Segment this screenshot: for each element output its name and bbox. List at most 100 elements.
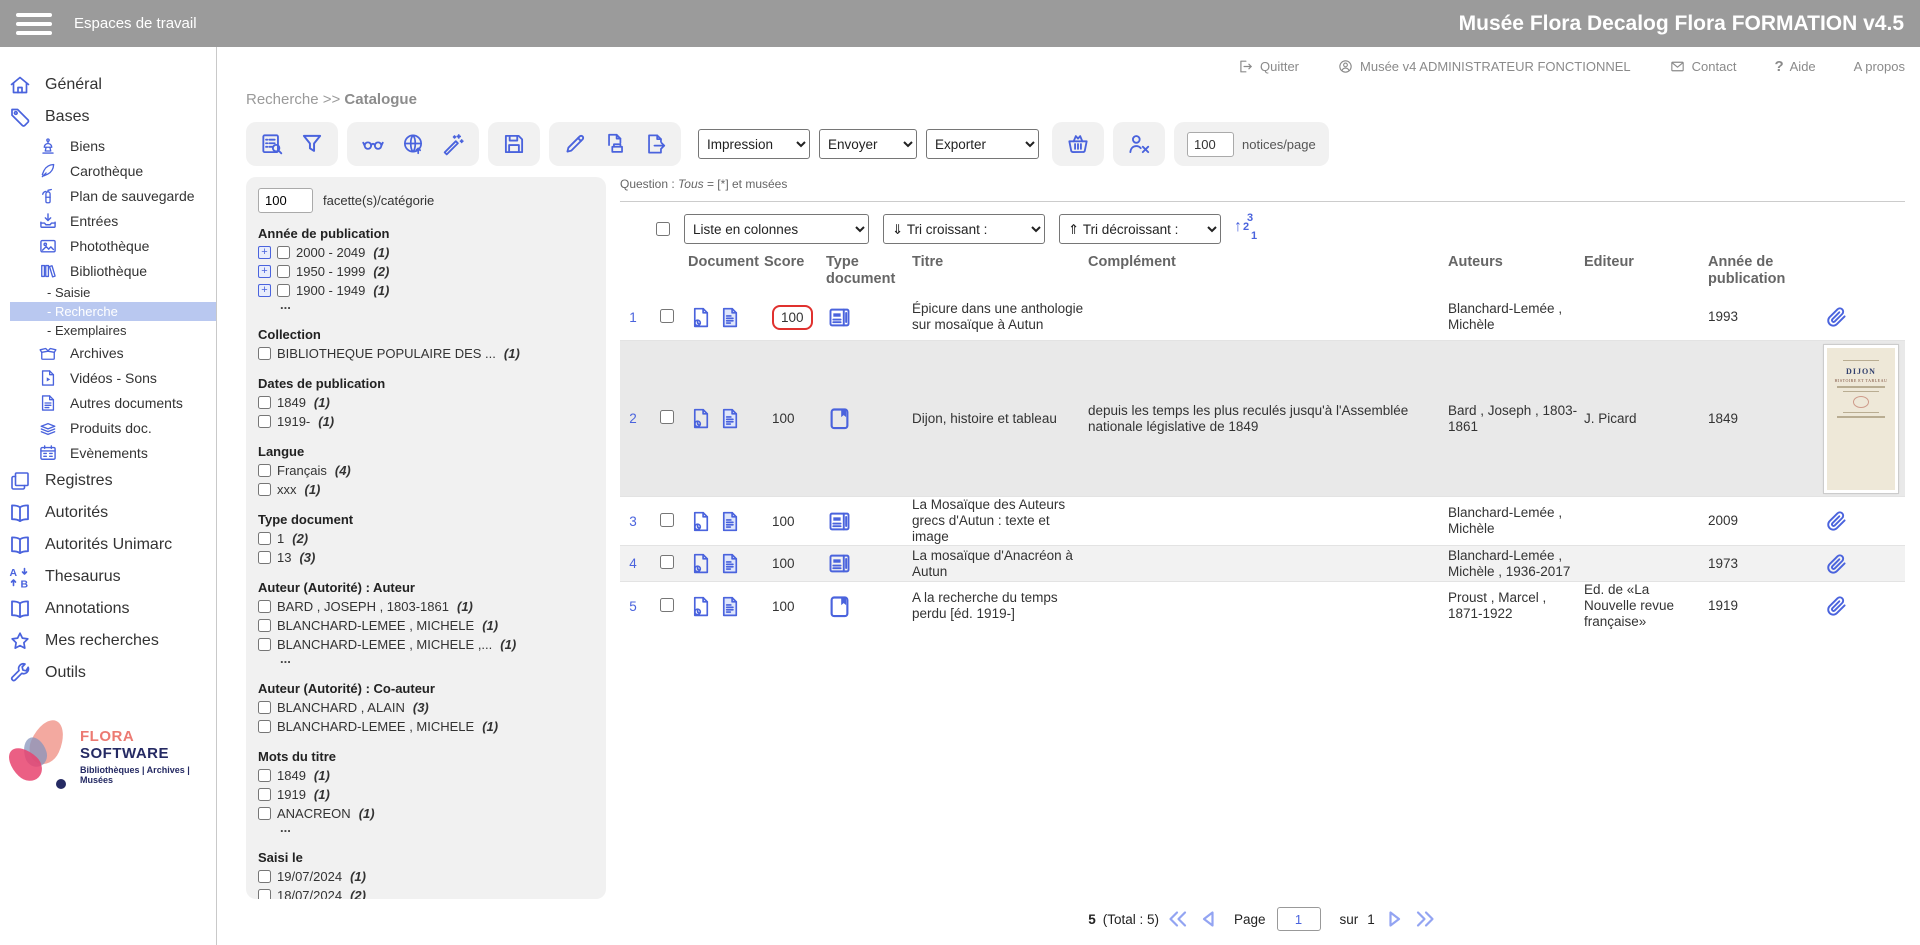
facet-checkbox[interactable] xyxy=(258,769,271,782)
sidebar-item-entrees[interactable]: Entrées xyxy=(0,208,216,233)
facet-checkbox[interactable] xyxy=(258,701,271,714)
result-number-link[interactable]: 1 xyxy=(629,310,637,325)
result-number-link[interactable]: 2 xyxy=(629,411,637,426)
impression-select[interactable]: Impression xyxy=(698,129,810,159)
facet-checkbox[interactable] xyxy=(258,720,271,733)
facet-more[interactable]: ... xyxy=(258,654,594,668)
magic-wand-icon[interactable] xyxy=(440,131,466,157)
basket-icon[interactable] xyxy=(1065,131,1091,157)
facet-checkbox[interactable] xyxy=(258,619,271,632)
sidebar-item-biens[interactable]: Biens xyxy=(0,133,216,158)
list-search-icon[interactable] xyxy=(259,131,285,157)
facet-checkbox[interactable] xyxy=(258,807,271,820)
facet-checkbox[interactable] xyxy=(258,396,271,409)
file-view-icon[interactable] xyxy=(717,406,742,431)
file-add-icon[interactable] xyxy=(688,305,713,330)
file-add-icon[interactable] xyxy=(688,594,713,619)
facet-checkbox[interactable] xyxy=(258,788,271,801)
paperclip-icon[interactable] xyxy=(1824,552,1848,576)
facet-checkbox[interactable] xyxy=(258,464,271,477)
sidebar-item-registres[interactable]: Registres xyxy=(0,465,216,497)
facet-checkbox[interactable] xyxy=(277,265,290,278)
sidebar-item-exemplaires[interactable]: - Exemplaires xyxy=(0,321,216,340)
file-view-icon[interactable] xyxy=(717,594,742,619)
sidebar-item-phototheque[interactable]: Photothèque xyxy=(0,233,216,258)
row-select-checkbox[interactable] xyxy=(660,555,674,569)
sidebar-item-evenements[interactable]: Evènements xyxy=(0,440,216,465)
next-page-icon[interactable] xyxy=(1382,907,1406,931)
sidebar-item-autorites-unimarc[interactable]: Autorités Unimarc xyxy=(0,529,216,561)
row-select-checkbox[interactable] xyxy=(660,513,674,527)
utility-aide[interactable]: ?Aide xyxy=(1774,58,1815,75)
sidebar-item-saisie[interactable]: - Saisie xyxy=(0,283,216,302)
utility-a-propos[interactable]: A propos xyxy=(1854,59,1905,74)
breadcrumb-section[interactable]: Recherche xyxy=(246,91,319,108)
edit-icon[interactable] xyxy=(562,131,588,157)
sidebar-item-videos-sons[interactable]: Vidéos - Sons xyxy=(0,365,216,390)
exporter-select[interactable]: Exporter xyxy=(926,129,1039,159)
sidebar-item-autres-documents[interactable]: Autres documents xyxy=(0,390,216,415)
result-number-link[interactable]: 3 xyxy=(629,514,637,529)
sidebar-item-outils[interactable]: Outils xyxy=(0,657,216,689)
paperclip-icon[interactable] xyxy=(1824,509,1848,533)
sort-ascending-select[interactable]: ⇓ Tri croissant : xyxy=(883,214,1045,244)
save-icon[interactable] xyxy=(501,131,527,157)
person-remove-icon[interactable] xyxy=(1126,131,1152,157)
expand-plus-icon[interactable]: + xyxy=(258,284,271,297)
facets-per-category-input[interactable] xyxy=(258,188,313,213)
facet-checkbox[interactable] xyxy=(258,889,271,899)
file-view-icon[interactable] xyxy=(717,509,742,534)
utility-quitter[interactable]: Quitter xyxy=(1237,58,1299,75)
result-number-link[interactable]: 4 xyxy=(629,556,637,571)
row-select-checkbox[interactable] xyxy=(660,598,674,612)
file-add-icon[interactable] xyxy=(688,406,713,431)
sidebar-item-thesaurus[interactable]: Thesaurus xyxy=(0,561,216,593)
facet-checkbox[interactable] xyxy=(258,551,271,564)
sidebar-item-plan-de-sauvegarde[interactable]: Plan de sauvegarde xyxy=(0,183,216,208)
expand-plus-icon[interactable]: + xyxy=(258,246,271,259)
sidebar-item-annotations[interactable]: Annotations xyxy=(0,593,216,625)
file-view-icon[interactable] xyxy=(717,551,742,576)
facet-checkbox[interactable] xyxy=(277,284,290,297)
facet-checkbox[interactable] xyxy=(258,870,271,883)
utility-contact[interactable]: Contact xyxy=(1669,58,1737,75)
notices-per-page-input[interactable] xyxy=(1187,132,1234,157)
expand-plus-icon[interactable]: + xyxy=(258,265,271,278)
row-select-checkbox[interactable] xyxy=(660,309,674,323)
file-view-icon[interactable] xyxy=(717,305,742,330)
sidebar-item-general[interactable]: Général xyxy=(0,69,216,101)
first-page-icon[interactable] xyxy=(1166,907,1190,931)
file-add-icon[interactable] xyxy=(688,509,713,534)
sidebar-item-produits-doc[interactable]: Produits doc. xyxy=(0,415,216,440)
facet-more[interactable]: ... xyxy=(258,823,594,837)
facet-more[interactable]: ... xyxy=(258,300,594,314)
globe-icon[interactable] xyxy=(400,131,426,157)
sidebar-item-autorites[interactable]: Autorités xyxy=(0,497,216,529)
file-print-icon[interactable] xyxy=(602,131,628,157)
row-select-checkbox[interactable] xyxy=(660,410,674,424)
sidebar-item-bases[interactable]: Bases xyxy=(0,101,216,133)
facet-checkbox[interactable] xyxy=(258,415,271,428)
file-add-icon[interactable] xyxy=(688,551,713,576)
utility-musee-v4-administrateur-fonctionnel[interactable]: Musée v4 ADMINISTRATEUR FONCTIONNEL xyxy=(1337,58,1631,75)
page-input[interactable] xyxy=(1277,907,1321,931)
facet-checkbox[interactable] xyxy=(258,483,271,496)
sort-numeric-icon[interactable]: 3↑21 xyxy=(1235,214,1261,244)
paperclip-icon[interactable] xyxy=(1824,594,1848,618)
sidebar-item-carotheque[interactable]: Carothèque xyxy=(0,158,216,183)
menu-hamburger-icon[interactable] xyxy=(16,13,52,35)
result-number-link[interactable]: 5 xyxy=(629,599,637,614)
sidebar-item-archives[interactable]: Archives xyxy=(0,340,216,365)
filter-icon[interactable] xyxy=(299,131,325,157)
sidebar-item-recherche[interactable]: - Recherche xyxy=(10,302,216,321)
record-thumbnail[interactable]: DIJONHISTOIRE ET TABLEAU xyxy=(1824,345,1898,493)
last-page-icon[interactable] xyxy=(1413,907,1437,931)
previous-page-icon[interactable] xyxy=(1197,907,1221,931)
view-mode-select[interactable]: Liste en colonnes xyxy=(684,214,869,244)
file-export-icon[interactable] xyxy=(642,131,668,157)
envoyer-select[interactable]: Envoyer xyxy=(819,129,917,159)
sort-descending-select[interactable]: ⇑ Tri décroissant : xyxy=(1059,214,1221,244)
facet-checkbox[interactable] xyxy=(258,532,271,545)
paperclip-icon[interactable] xyxy=(1824,305,1848,329)
sidebar-item-bibliotheque[interactable]: Bibliothèque xyxy=(0,258,216,283)
